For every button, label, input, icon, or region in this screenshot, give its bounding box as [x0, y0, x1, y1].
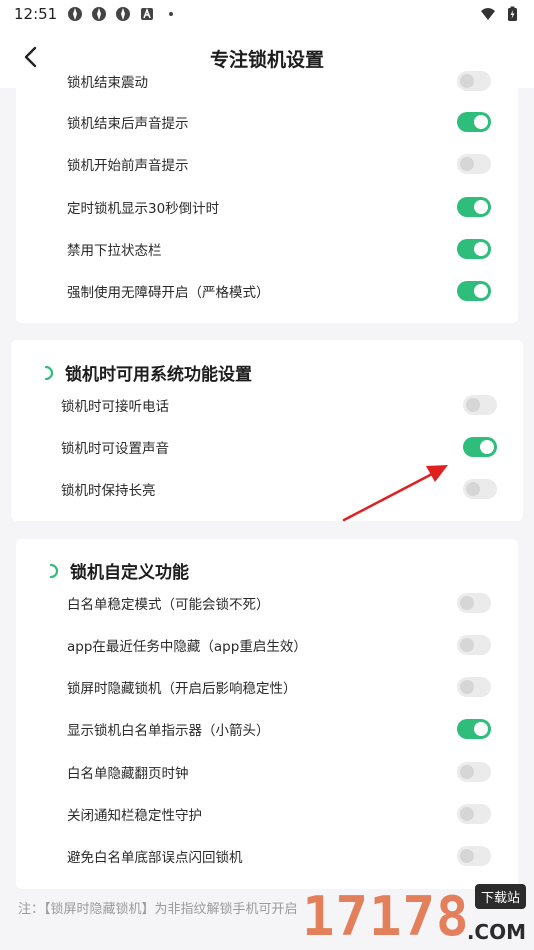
toggle-knob [480, 440, 494, 454]
toggle-knob [460, 680, 474, 694]
setting-label: 锁屏时隐藏锁机（开启后影响稳定性） [67, 681, 297, 697]
toggle-switch[interactable] [463, 479, 497, 499]
setting-row-lock-end-sound[interactable]: 锁机结束后声音提示 [16, 101, 518, 143]
settings-card-custom-functions: 锁机自定义功能 白名单稳定模式（可能会锁不死） app在最近任务中隐藏（app重… [16, 539, 518, 889]
toggle-switch[interactable] [457, 112, 491, 132]
toggle-knob [460, 638, 474, 652]
toggle-switch[interactable] [457, 846, 491, 866]
setting-label: app在最近任务中隐藏（app重启生效） [67, 639, 307, 655]
toggle-switch[interactable] [463, 437, 497, 457]
setting-row-hide-recents[interactable]: app在最近任务中隐藏（app重启生效） [16, 624, 518, 666]
setting-row-lock-end-vibrate[interactable]: 锁机结束震动 [16, 60, 518, 102]
footer-note: 注：【锁屏时隐藏锁机】为非指纹解锁手机可开启 [18, 902, 298, 917]
setting-label: 定时锁机显示30秒倒计时 [67, 201, 220, 217]
setting-row-hide-on-lockscreen[interactable]: 锁屏时隐藏锁机（开启后影响稳定性） [16, 666, 518, 708]
toggle-switch[interactable] [457, 593, 491, 613]
toggle-switch[interactable] [463, 395, 497, 415]
app-icon-2 [92, 7, 107, 21]
loading-spinner-icon [44, 365, 53, 380]
wifi-icon [481, 8, 495, 20]
setting-row-hide-flip-clock[interactable]: 白名单隐藏翻页时钟 [16, 751, 518, 793]
toggle-switch[interactable] [457, 677, 491, 697]
toggle-knob [466, 398, 480, 412]
toggle-knob [474, 284, 488, 298]
setting-row-avoid-misclick[interactable]: 避免白名单底部误点闪回锁机 [16, 835, 518, 877]
toggle-knob [466, 482, 480, 496]
setting-row-lock-start-sound[interactable]: 锁机开始前声音提示 [16, 143, 518, 185]
toggle-knob [474, 200, 488, 214]
section-title-text: 锁机时可用系统功能设置 [65, 365, 252, 385]
setting-label: 锁机时可接听电话 [61, 399, 169, 415]
watermark-number: 17178 [302, 885, 470, 948]
settings-card-general: 锁机结束震动 锁机结束后声音提示 锁机开始前声音提示 定时锁机显示30秒倒计时 … [16, 71, 518, 323]
toggle-switch[interactable] [457, 635, 491, 655]
toggle-knob [460, 807, 474, 821]
setting-label: 显示锁机白名单指示器（小箭头） [67, 723, 270, 739]
setting-label: 锁机开始前声音提示 [67, 158, 189, 174]
status-left-icons [67, 6, 179, 22]
toggle-switch[interactable] [457, 762, 491, 782]
toggle-switch[interactable] [457, 154, 491, 174]
setting-row-disable-statusbar[interactable]: 禁用下拉状态栏 [16, 228, 518, 270]
toggle-switch[interactable] [457, 719, 491, 739]
setting-label: 锁机结束后声音提示 [67, 116, 189, 132]
setting-row-countdown[interactable]: 定时锁机显示30秒倒计时 [16, 186, 518, 228]
app-icon-3 [116, 7, 131, 21]
toggle-switch[interactable] [457, 197, 491, 217]
setting-row-whitelist-stable[interactable]: 白名单稳定模式（可能会锁不死） [16, 582, 518, 624]
setting-label: 关闭通知栏稳定性守护 [67, 808, 202, 824]
toggle-switch[interactable] [457, 804, 491, 824]
toggle-knob [460, 596, 474, 610]
app-icon-1 [68, 7, 83, 21]
setting-row-whitelist-indicator[interactable]: 显示锁机白名单指示器（小箭头） [16, 708, 518, 750]
watermark-suffix: .COM [466, 920, 526, 944]
toggle-knob [474, 242, 488, 256]
setting-label: 锁机时保持长亮 [61, 483, 156, 499]
loading-spinner-icon [49, 563, 58, 578]
setting-label: 白名单稳定模式（可能会锁不死） [67, 597, 270, 613]
battery-icon [508, 6, 517, 21]
status-bar: 12:51 [0, 0, 534, 28]
section-title-text: 锁机自定义功能 [70, 563, 189, 583]
setting-label: 强制使用无障碍开启（严格模式） [67, 285, 270, 301]
setting-label: 禁用下拉状态栏 [67, 243, 162, 259]
setting-label: 避免白名单底部误点闪回锁机 [67, 850, 243, 866]
setting-row-answer-calls[interactable]: 锁机时可接听电话 [11, 384, 523, 426]
toggle-knob [460, 157, 474, 171]
toggle-knob [460, 765, 474, 779]
toggle-switch[interactable] [457, 239, 491, 259]
status-time: 12:51 [14, 5, 58, 23]
section-title: 锁机自定义功能 [44, 558, 189, 583]
setting-label: 白名单隐藏翻页时钟 [67, 766, 189, 782]
toggle-knob [474, 722, 488, 736]
watermark: 17178 下载站 .COM [302, 884, 532, 948]
status-right-icons [480, 6, 520, 22]
toggle-switch[interactable] [457, 281, 491, 301]
a-icon [141, 7, 154, 20]
setting-label: 锁机结束震动 [67, 75, 148, 91]
toggle-knob [460, 74, 474, 88]
watermark-badge: 下载站 [474, 884, 526, 909]
setting-row-accessibility-strict[interactable]: 强制使用无障碍开启（严格模式） [16, 270, 518, 312]
toggle-knob [460, 849, 474, 863]
setting-label: 锁机时可设置声音 [61, 441, 169, 457]
toggle-switch[interactable] [457, 71, 491, 91]
section-title: 锁机时可用系统功能设置 [39, 360, 252, 385]
toggle-knob [474, 115, 488, 129]
setting-row-notification-guard[interactable]: 关闭通知栏稳定性守护 [16, 793, 518, 835]
red-arrow-annotation [342, 465, 448, 522]
dot-icon [169, 12, 174, 16]
